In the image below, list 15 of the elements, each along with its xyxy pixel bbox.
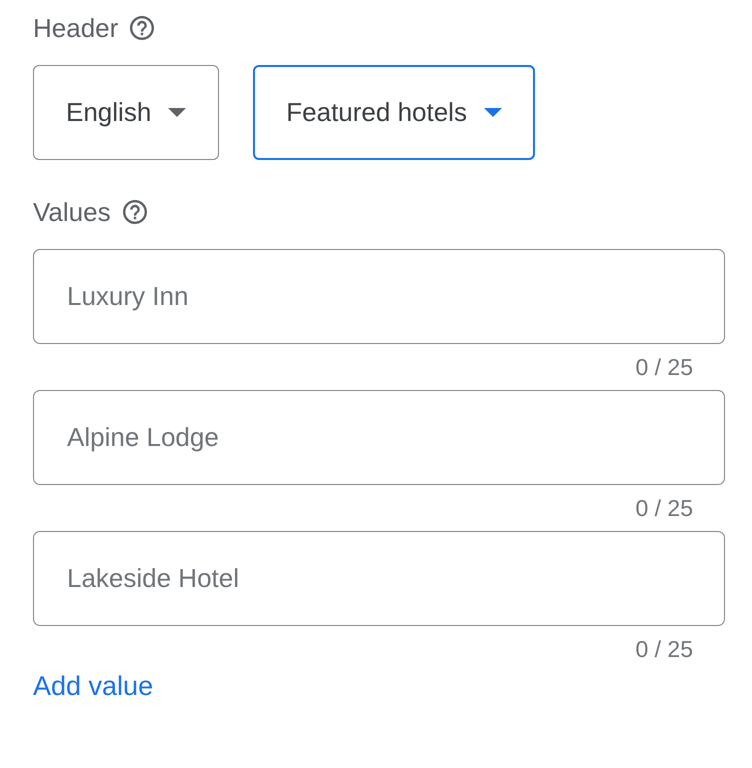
character-counter: 0 / 25 xyxy=(635,635,693,663)
help-icon[interactable] xyxy=(122,200,147,224)
section-label: Values xyxy=(33,196,111,228)
add-value-button[interactable]: Add value xyxy=(33,672,154,700)
dropdown[interactable]: Featured hotels xyxy=(253,65,535,160)
input-field[interactable]: Alpine Lodge xyxy=(33,390,725,485)
section-label: Header xyxy=(33,12,118,44)
input-field[interactable]: Luxury Inn xyxy=(33,249,725,344)
caret-icon xyxy=(484,108,502,117)
character-counter: 0 / 25 xyxy=(635,494,693,522)
help-icon[interactable] xyxy=(130,16,154,40)
input-field[interactable]: Lakeside Hotel xyxy=(33,531,725,626)
character-counter: 0 / 25 xyxy=(635,353,693,381)
caret-icon xyxy=(168,108,186,117)
dropdown[interactable]: English xyxy=(33,65,220,160)
